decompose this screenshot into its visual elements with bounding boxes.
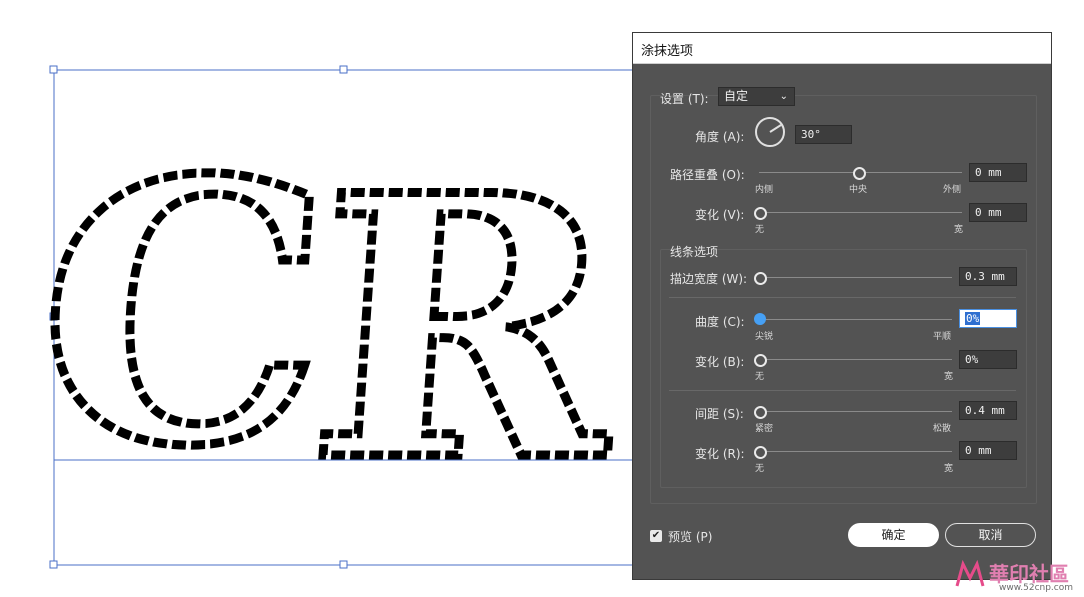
stroke-width-slider-thumb[interactable] — [754, 272, 767, 285]
cancel-button[interactable]: 取消 — [945, 523, 1036, 547]
checkmark-icon: ✔ — [651, 530, 661, 541]
curviness-variation-label: 变化 (B): — [695, 355, 745, 369]
handle-bottom-middle[interactable] — [339, 560, 348, 569]
handle-bottom-left[interactable] — [49, 560, 58, 569]
spacing-variation-slider-thumb[interactable] — [754, 446, 767, 459]
path-overlap-label: 路径重叠 (O): — [670, 168, 745, 182]
settings-label: 设置 (T): — [660, 92, 709, 106]
handle-top-left[interactable] — [49, 65, 58, 74]
curviness-min-label: 尖锐 — [755, 332, 774, 342]
overlap-variation-track — [759, 212, 962, 213]
spacing-variation-input[interactable]: 0 mm — [959, 441, 1017, 460]
chevron-down-icon: ⌄ — [779, 91, 788, 102]
stroke-width-input[interactable]: 0.3 mm — [959, 267, 1017, 286]
dialog-title: 涂抹选项 — [641, 44, 694, 59]
curviness-variation-input[interactable]: 0% — [959, 350, 1017, 369]
path-overlap-slider-thumb[interactable] — [853, 167, 866, 180]
watermark-logo-icon — [955, 560, 985, 587]
stroke-width-track — [759, 277, 952, 278]
spacing-track — [759, 411, 952, 412]
spacing-min-label: 紧密 — [755, 424, 774, 434]
curviness-variation-max-label: 宽 — [944, 372, 954, 382]
preview-label[interactable]: 预览 (P) — [668, 528, 712, 545]
stroke-width-label: 描边宽度 (W): — [670, 272, 748, 286]
spacing-label: 间距 (S): — [695, 407, 744, 421]
ok-button[interactable]: 确定 — [848, 523, 939, 547]
path-overlap-min-label: 内侧 — [755, 185, 774, 195]
overlap-variation-label: 变化 (V): — [695, 208, 745, 222]
path-overlap-mid-label: 中央 — [849, 185, 868, 195]
divider — [669, 297, 1016, 298]
spacing-variation-track — [759, 451, 952, 452]
angle-dial-needle-icon — [769, 124, 782, 133]
curviness-variation-track — [759, 359, 952, 360]
angle-input[interactable]: 30° — [795, 125, 852, 144]
curviness-slider-thumb[interactable] — [754, 313, 766, 325]
angle-label: 角度 (A): — [695, 130, 745, 144]
curviness-variation-slider-thumb[interactable] — [754, 354, 767, 367]
overlap-variation-input[interactable]: 0 mm — [969, 203, 1027, 222]
handle-top-middle[interactable] — [339, 65, 348, 74]
watermark-url: www.52cnp.com — [999, 583, 1074, 593]
overlap-variation-min-label: 无 — [755, 225, 765, 235]
curviness-selected-text: 0% — [965, 312, 981, 325]
spacing-input[interactable]: 0.4 mm — [959, 401, 1017, 420]
spacing-variation-label: 变化 (R): — [695, 447, 745, 461]
dialog-titlebar[interactable]: 涂抹选项 — [633, 33, 1051, 64]
curviness-label: 曲度 (C): — [695, 315, 745, 329]
spacing-variation-max-label: 宽 — [944, 464, 954, 474]
curviness-input[interactable]: 0% — [959, 309, 1017, 328]
curviness-track — [759, 319, 952, 320]
preview-checkbox[interactable]: ✔ — [650, 530, 662, 542]
spacing-variation-min-label: 无 — [755, 464, 765, 474]
scribbled-letter-r: R — [300, 118, 633, 540]
spacing-slider-thumb[interactable] — [754, 406, 767, 419]
path-overlap-max-label: 外侧 — [943, 185, 962, 195]
line-options-title: 线条选项 — [670, 245, 719, 259]
spacing-max-label: 松散 — [933, 424, 952, 434]
scribble-options-dialog: 涂抹选项 设置 (T): 自定 ⌄ 角度 (A): 30° 路径重叠 (O): … — [632, 32, 1052, 580]
scribbled-letter-c: C — [25, 103, 341, 525]
divider — [669, 390, 1016, 391]
preset-dropdown[interactable]: 自定 ⌄ — [718, 87, 795, 106]
angle-dial[interactable] — [755, 117, 785, 147]
overlap-variation-slider-thumb[interactable] — [754, 207, 767, 220]
curviness-max-label: 平顺 — [933, 332, 952, 342]
path-overlap-input[interactable]: 0 mm — [969, 163, 1027, 182]
preset-value: 自定 — [724, 89, 749, 103]
overlap-variation-max-label: 宽 — [954, 225, 964, 235]
curviness-variation-min-label: 无 — [755, 372, 765, 382]
